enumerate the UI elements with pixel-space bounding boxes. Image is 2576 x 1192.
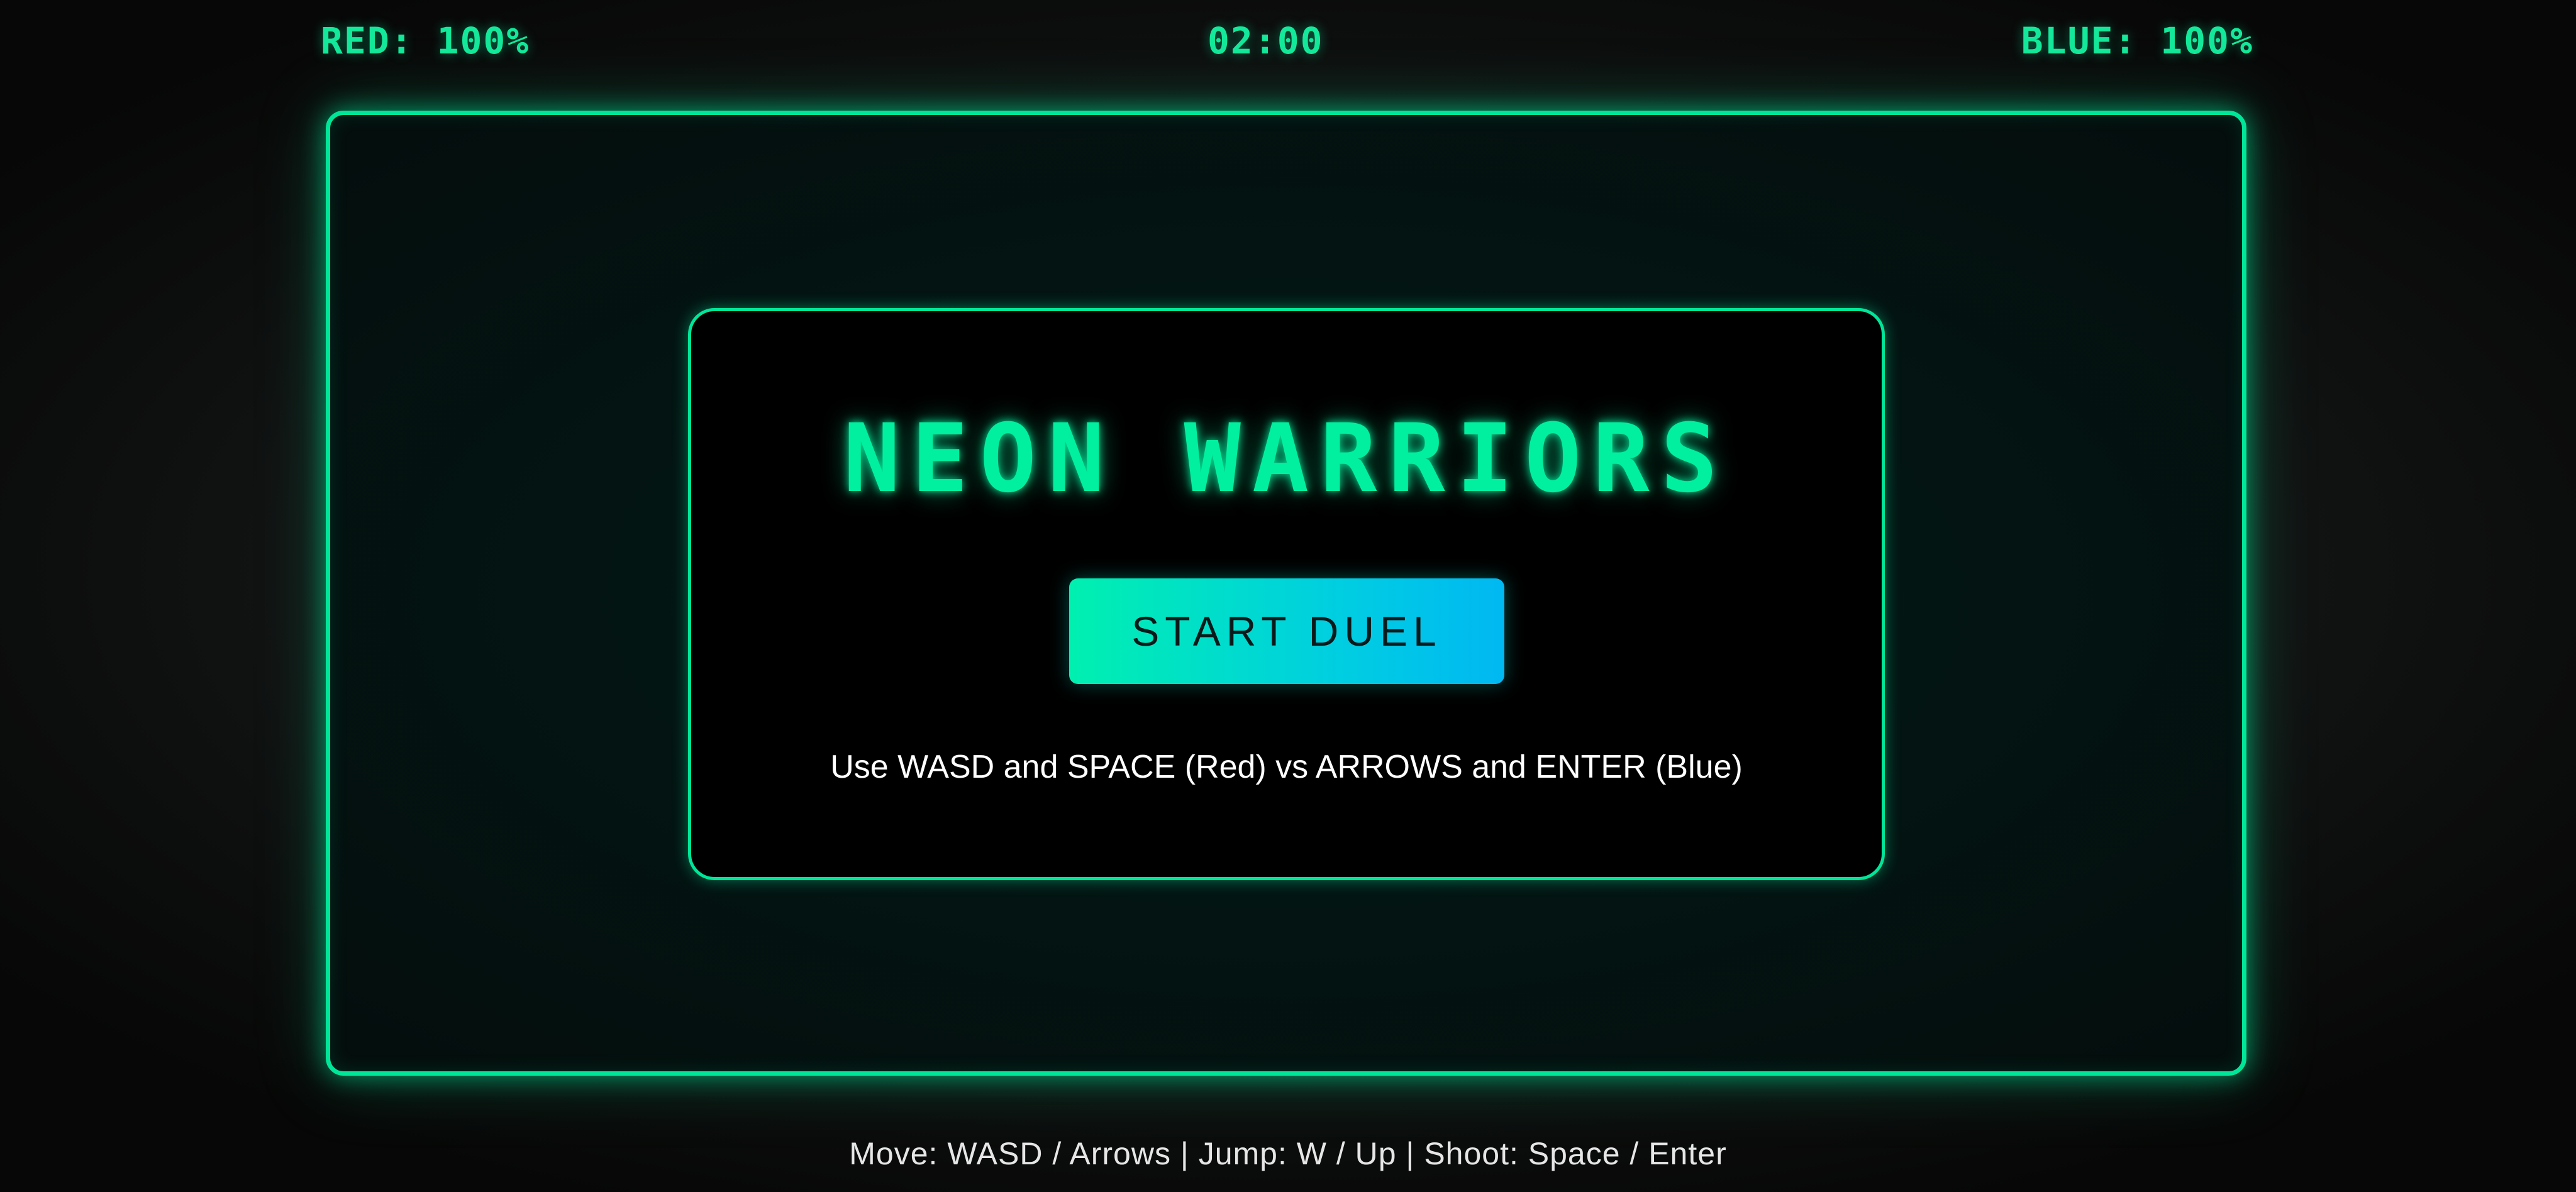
game-title: NEON WARRIORS [843, 404, 1729, 514]
footer-controls-hint: Move: WASD / Arrows | Jump: W / Up | Sho… [849, 1136, 1727, 1171]
blue-health-display: BLUE: 100% [2021, 19, 2253, 62]
match-timer: 02:00 [1208, 19, 1324, 62]
red-health-display: RED: 100% [321, 19, 530, 62]
controls-instructions: Use WASD and SPACE (Red) vs ARROWS and E… [830, 749, 1743, 785]
start-duel-button[interactable]: START DUEL [1069, 578, 1504, 684]
